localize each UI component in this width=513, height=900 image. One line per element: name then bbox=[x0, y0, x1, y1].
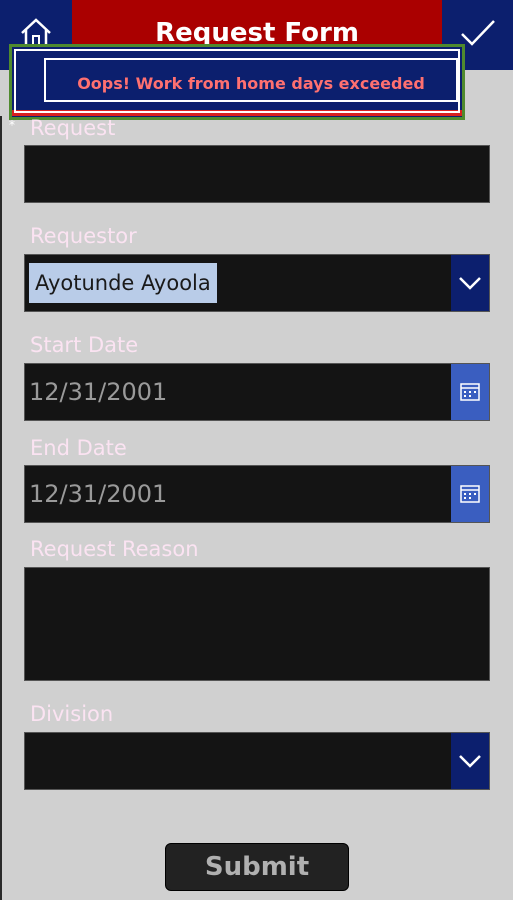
request-reason-textarea[interactable] bbox=[24, 567, 490, 681]
chevron-down-icon bbox=[459, 277, 481, 290]
left-edge-divider bbox=[0, 116, 2, 900]
end-date-calendar-button[interactable] bbox=[451, 466, 489, 522]
request-label: Request bbox=[30, 116, 116, 140]
end-date-label: End Date bbox=[30, 436, 127, 460]
submit-button[interactable]: Submit bbox=[165, 843, 349, 891]
requestor-label: Requestor bbox=[30, 224, 137, 248]
calendar-icon bbox=[460, 383, 480, 401]
start-date-value[interactable]: 12/31/2001 bbox=[29, 378, 167, 406]
required-marker: * bbox=[9, 118, 15, 132]
chevron-down-icon bbox=[459, 755, 481, 768]
start-date-label: Start Date bbox=[30, 333, 139, 357]
start-date-calendar-button[interactable] bbox=[451, 364, 489, 420]
checkmark-icon bbox=[461, 20, 495, 46]
requestor-dropdown-button[interactable] bbox=[451, 255, 489, 311]
error-message: Oops! Work from home days exceeded bbox=[77, 74, 425, 93]
start-date-picker[interactable]: 12/31/2001 bbox=[24, 363, 490, 421]
request-reason-label: Request Reason bbox=[30, 537, 199, 561]
calendar-icon bbox=[460, 485, 480, 503]
division-dropdown[interactable] bbox=[24, 732, 490, 790]
requestor-selected-chip[interactable]: Ayotunde Ayoola bbox=[29, 263, 217, 303]
requestor-dropdown[interactable]: Ayotunde Ayoola bbox=[24, 254, 490, 312]
division-dropdown-button[interactable] bbox=[451, 733, 489, 789]
division-label: Division bbox=[30, 702, 114, 726]
end-date-picker[interactable]: 12/31/2001 bbox=[24, 465, 490, 523]
end-date-value[interactable]: 12/31/2001 bbox=[29, 480, 167, 508]
request-input[interactable] bbox=[24, 145, 490, 203]
